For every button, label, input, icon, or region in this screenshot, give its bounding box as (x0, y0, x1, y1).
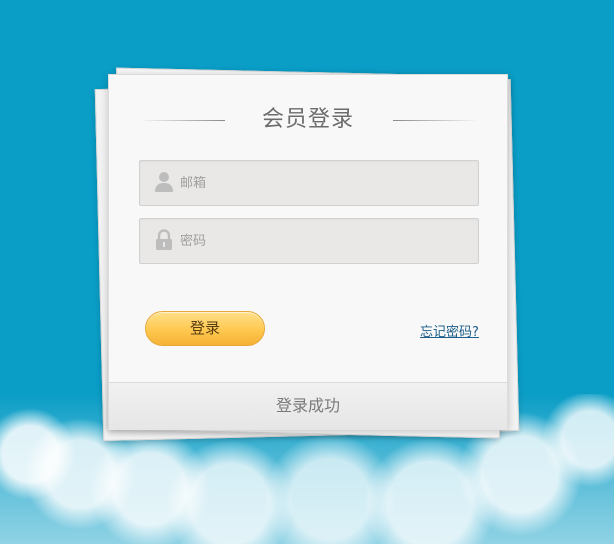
email-placeholder: 邮箱 (180, 176, 207, 191)
status-message: 登录成功 (275, 396, 340, 415)
title-divider-right (393, 120, 479, 121)
title-row: 会员登录 (109, 101, 507, 139)
lock-icon (154, 229, 174, 251)
login-button[interactable]: 登录 (145, 311, 265, 346)
user-icon (154, 171, 174, 193)
forgot-password-link[interactable]: 忘记密码? (420, 321, 479, 340)
password-field[interactable]: 密码 (139, 218, 479, 264)
login-card: 会员登录 邮箱 密码 登录 忘记密码? 登录成功 (108, 74, 508, 430)
email-field[interactable]: 邮箱 (139, 160, 479, 206)
password-placeholder: 密码 (180, 234, 207, 249)
status-bar: 登录成功 (109, 382, 507, 430)
